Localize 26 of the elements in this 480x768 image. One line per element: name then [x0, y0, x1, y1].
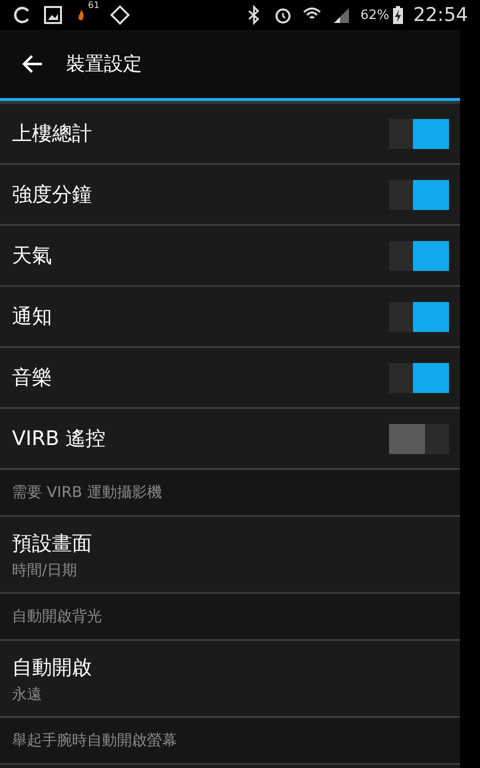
clock-time: 22:54: [413, 4, 468, 26]
setting-label: 音樂: [12, 364, 52, 391]
back-arrow-icon[interactable]: [22, 54, 44, 74]
section-header: 自動開啟背光: [12, 607, 102, 626]
image-icon: [43, 5, 63, 25]
setting-label: 上樓總計: [12, 120, 92, 147]
setting-label: 自動開啟: [12, 654, 93, 680]
section-header: 需要 VIRB 運動攝影機: [12, 483, 162, 502]
battery-percent: 62%: [360, 8, 390, 22]
setting-label: 預設畫面: [12, 530, 93, 556]
toggle-switch[interactable]: [389, 302, 449, 332]
setting-label: VIRB 遙控: [12, 425, 106, 452]
toggle-switch[interactable]: [389, 424, 449, 454]
setting-label: 強度分鐘: [12, 181, 92, 208]
setting-value: 時間/日期: [12, 560, 78, 580]
setting-label: 天氣: [12, 242, 52, 269]
setting-value: 永遠: [12, 684, 43, 704]
screen-title: 裝置設定: [66, 52, 142, 77]
notification-count: 61: [88, 1, 100, 11]
toggle-switch[interactable]: [389, 362, 449, 392]
setting-label: 通知: [12, 303, 52, 330]
toggle-switch[interactable]: [389, 180, 449, 210]
toggle-switch[interactable]: [389, 118, 449, 148]
toggle-switch[interactable]: [389, 240, 449, 270]
section-header: 舉起手腕時自動開啟螢幕: [12, 731, 177, 750]
battery-icon: [392, 5, 404, 25]
